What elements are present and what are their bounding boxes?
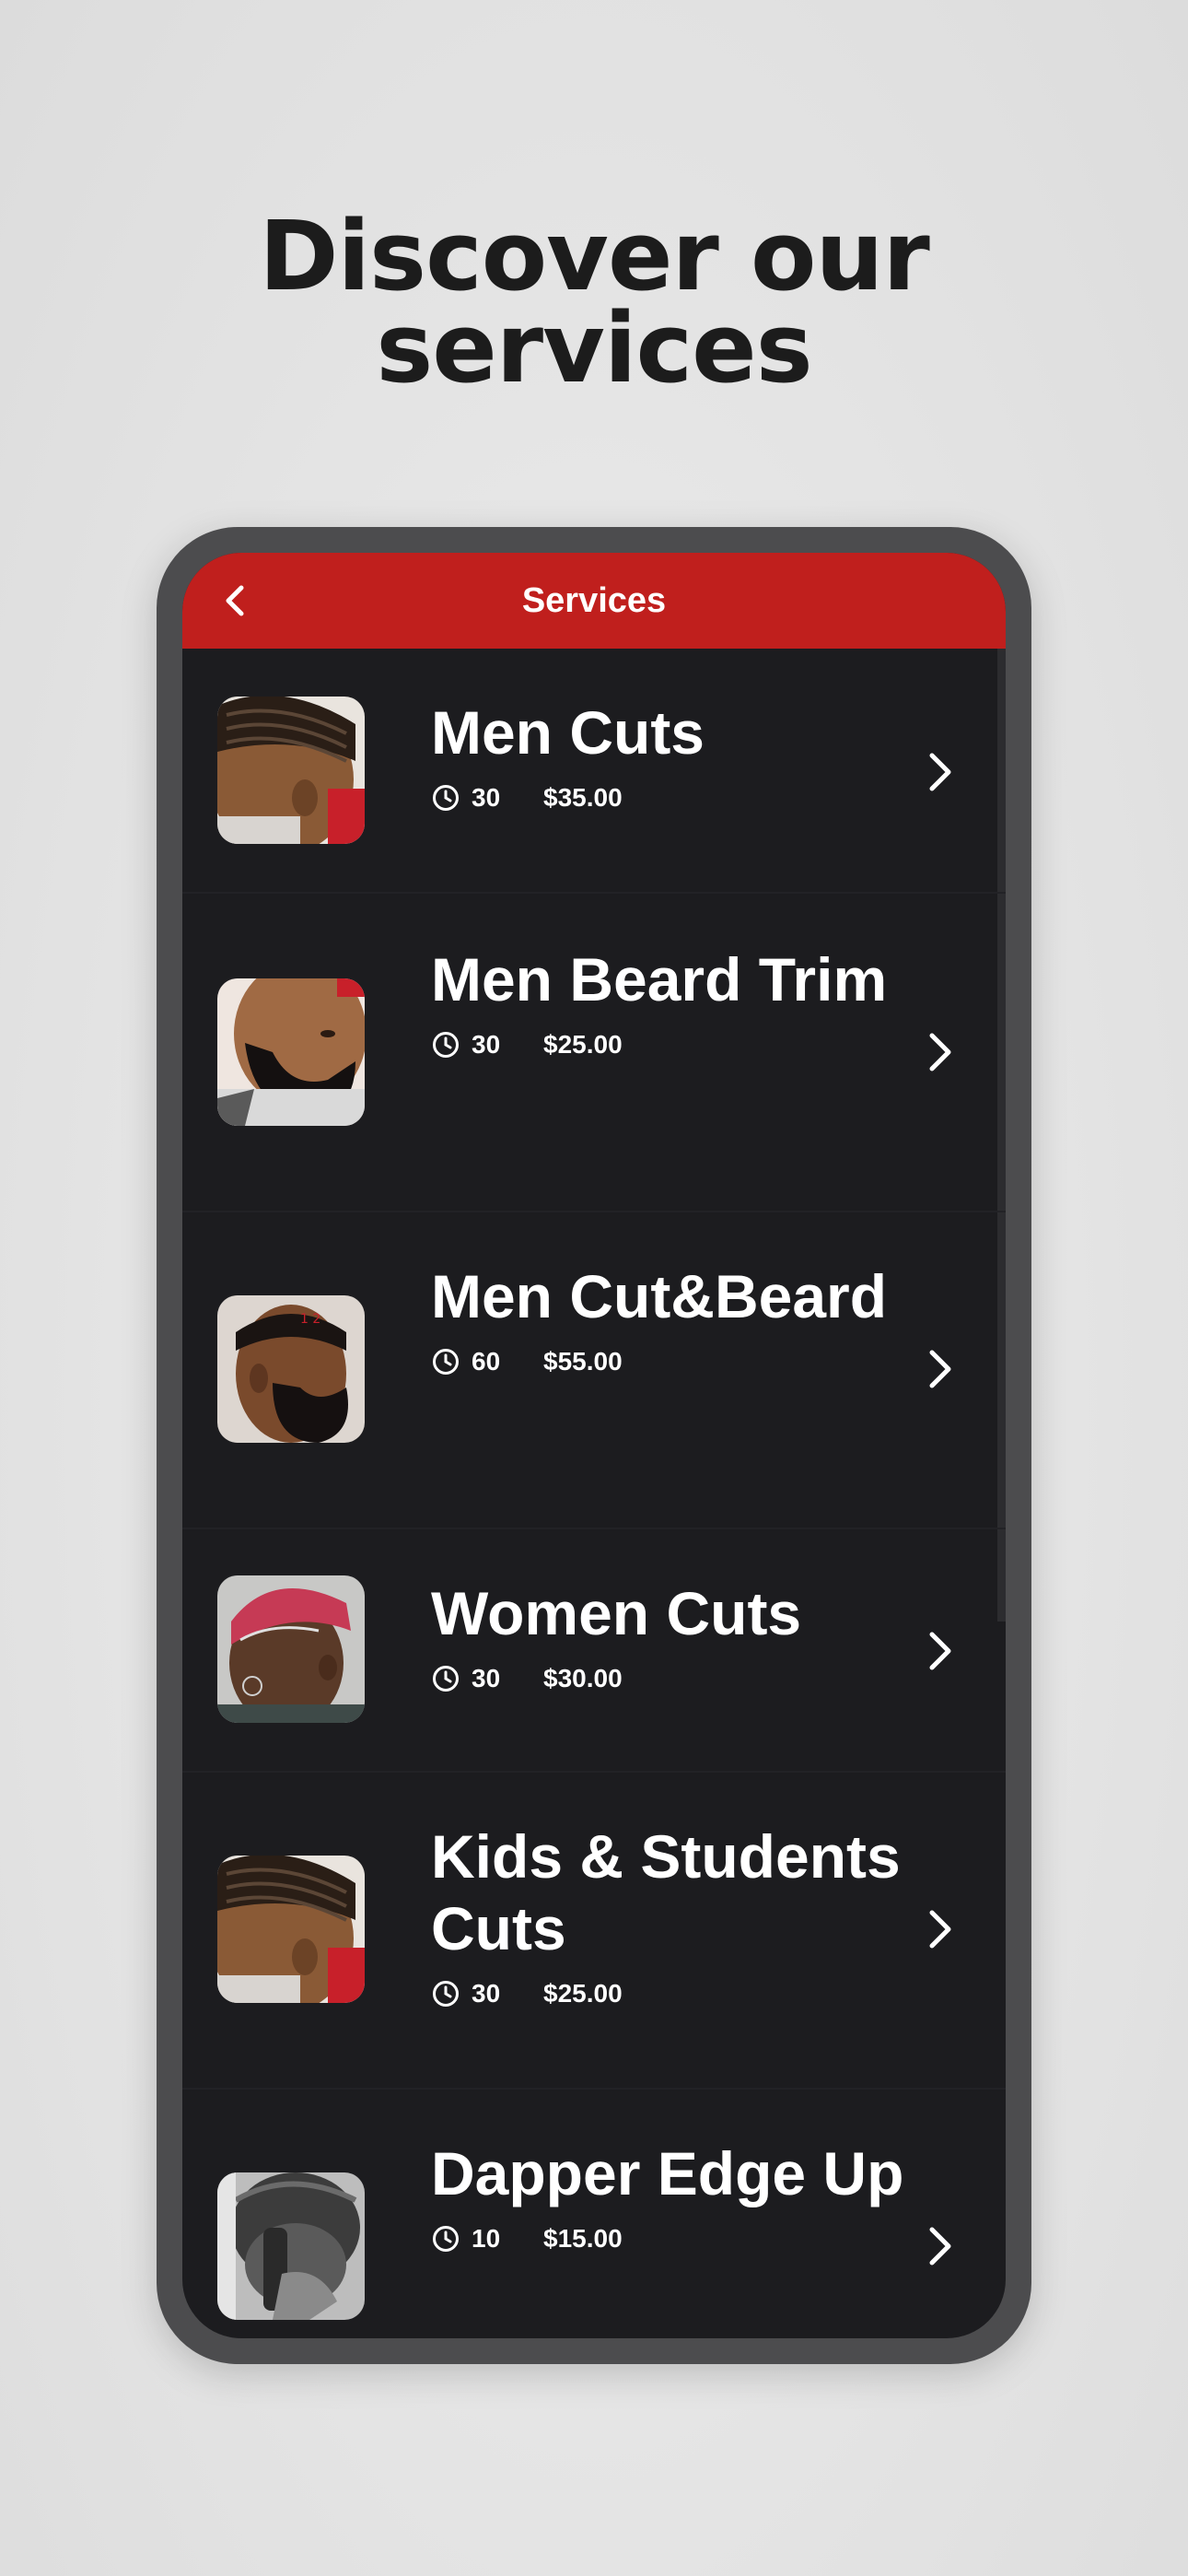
service-photo <box>217 978 365 1126</box>
phone-frame: Services Men Cuts 30 $35.00 Men Beard Tr… <box>157 527 1031 2364</box>
service-photo <box>217 1856 365 2003</box>
clock-icon <box>433 785 459 811</box>
clock-icon <box>433 1981 459 2007</box>
clock-icon <box>433 1032 459 1058</box>
nav-bar: Services <box>182 553 1006 649</box>
headline-line-1: Discover our <box>259 200 930 312</box>
service-duration: 30 <box>472 1979 501 2008</box>
chevron-right-icon[interactable] <box>923 1629 956 1673</box>
service-price: $15.00 <box>543 2224 623 2253</box>
clock-icon <box>433 2226 459 2252</box>
service-name: Women Cuts <box>431 1579 802 1647</box>
svg-text:1 2: 1 2 <box>300 1312 320 1327</box>
service-price: $25.00 <box>543 1030 623 1059</box>
service-row[interactable]: Women Cuts 30 $30.00 <box>182 1529 1006 1773</box>
chevron-right-icon[interactable] <box>923 1030 956 1074</box>
service-duration: 30 <box>472 1664 501 1692</box>
service-photo <box>217 697 365 844</box>
service-row[interactable]: Kids & Students Cuts 30 $25.00 <box>182 1773 1006 2090</box>
service-duration: 60 <box>472 1347 501 1376</box>
service-name: Men Cut&Beard <box>431 1262 888 1330</box>
service-photo: 1 2 <box>217 1295 365 1443</box>
service-row[interactable]: Men Cuts 30 $35.00 <box>182 649 1006 894</box>
service-meta: 60 $55.00 <box>431 1345 910 1378</box>
chevron-right-icon[interactable] <box>923 1907 956 1951</box>
service-price: $55.00 <box>543 1347 623 1376</box>
service-meta: 30 $25.00 <box>431 1977 910 2010</box>
service-price: $35.00 <box>543 783 623 812</box>
headline: Discover our services <box>0 200 1188 404</box>
chevron-right-icon[interactable] <box>923 2224 956 2268</box>
service-price: $30.00 <box>543 1664 623 1692</box>
clock-icon <box>433 1349 459 1375</box>
service-name: Kids & Students Cuts <box>431 1822 901 1962</box>
chevron-right-icon[interactable] <box>923 750 956 794</box>
services-list: Men Cuts 30 $35.00 Men Beard Trim 30 $25… <box>182 649 1006 2338</box>
chevron-left-icon[interactable] <box>215 580 256 621</box>
service-row[interactable]: 1 2 Men Cut&Beard 60 $55.00 <box>182 1212 1006 1529</box>
service-name: Men Beard Trim <box>431 945 888 1013</box>
service-name: Men Cuts <box>431 698 705 767</box>
service-name: Dapper Edge Up <box>431 2139 904 2207</box>
app-screen: Services Men Cuts 30 $35.00 Men Beard Tr… <box>182 553 1006 2338</box>
headline-line-2: services <box>376 292 812 404</box>
service-photo <box>217 1575 365 1723</box>
service-duration: 10 <box>472 2224 501 2253</box>
service-meta: 30 $30.00 <box>431 1662 910 1695</box>
service-meta: 10 $15.00 <box>431 2222 910 2255</box>
service-meta: 30 $35.00 <box>431 781 910 814</box>
service-photo <box>217 2172 365 2320</box>
service-row[interactable]: Dapper Edge Up 10 $15.00 <box>182 2090 1006 2338</box>
service-price: $25.00 <box>543 1979 623 2008</box>
service-duration: 30 <box>472 1030 501 1059</box>
clock-icon <box>433 1666 459 1692</box>
service-meta: 30 $25.00 <box>431 1028 910 1061</box>
service-row[interactable]: Men Beard Trim 30 $25.00 <box>182 894 1006 1212</box>
chevron-right-icon[interactable] <box>923 1347 956 1391</box>
service-duration: 30 <box>472 783 501 812</box>
page-title: Services <box>521 581 667 620</box>
